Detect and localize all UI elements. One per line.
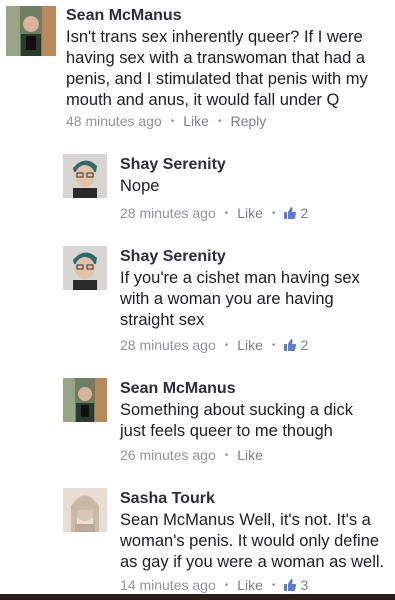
comment-meta: 28 minutes ago • Like • 2 — [120, 337, 308, 353]
comment-meta: 28 minutes ago • Like • 2 — [120, 205, 308, 221]
comment: Sean McManus Isn't trans sex inherently … — [0, 0, 395, 140]
comment: Sasha Tourk Sean McManus Well, it's not.… — [0, 482, 395, 594]
avatar[interactable] — [6, 6, 56, 56]
separator-dot: • — [224, 449, 229, 461]
comment-time[interactable]: 28 minutes ago — [120, 205, 216, 221]
comment-text: If you're a cishet man having sex with a… — [120, 269, 360, 329]
separator-dot: • — [224, 579, 229, 591]
comment-time[interactable]: 26 minutes ago — [120, 447, 216, 463]
separator-dot: • — [271, 579, 276, 591]
separator-dot: • — [224, 207, 229, 219]
thumbs-up-icon — [284, 579, 297, 591]
like-count[interactable]: 2 — [300, 337, 308, 353]
comment: Shay Serenity Nope 28 minutes ago • Like… — [0, 148, 395, 228]
comment-author[interactable]: Shay Serenity — [120, 248, 226, 266]
comment-meta: 48 minutes ago • Like • Reply — [66, 113, 266, 129]
comment-time[interactable]: 28 minutes ago — [120, 337, 216, 353]
like-button[interactable]: Like — [237, 447, 263, 463]
comment-meta: 14 minutes ago • Like • 3 — [120, 577, 308, 593]
separator-dot: • — [271, 207, 276, 219]
avatar[interactable] — [63, 246, 107, 290]
like-count[interactable]: 2 — [300, 205, 308, 221]
comment-text: Isn't trans sex inherently queer? If I w… — [66, 28, 368, 109]
reply-button[interactable]: Reply — [230, 113, 266, 129]
comment: Sean McManus Something about sucking a d… — [0, 372, 395, 472]
comment-text: Sean McManus Well, it's not. It's a woma… — [120, 511, 385, 571]
like-button[interactable]: Like — [183, 113, 209, 129]
comment-author[interactable]: Sasha Tourk — [120, 490, 215, 508]
avatar[interactable] — [63, 154, 107, 198]
like-button[interactable]: Like — [237, 577, 263, 593]
comment-author[interactable]: Sean McManus — [66, 7, 182, 25]
like-count[interactable]: 3 — [300, 577, 308, 593]
avatar[interactable] — [63, 488, 107, 532]
comment-text: Nope — [120, 177, 160, 195]
comment-author[interactable]: Shay Serenity — [120, 156, 226, 174]
like-button[interactable]: Like — [237, 337, 263, 353]
separator-dot: • — [224, 339, 229, 351]
comment-author[interactable]: Sean McManus — [120, 380, 236, 398]
like-button[interactable]: Like — [237, 205, 263, 221]
thumbs-up-icon — [284, 207, 297, 219]
separator-dot: • — [217, 115, 222, 127]
separator-dot: • — [271, 339, 276, 351]
avatar[interactable] — [63, 378, 107, 422]
thumbs-up-icon — [284, 339, 297, 351]
comment-time[interactable]: 14 minutes ago — [120, 577, 216, 593]
comment-time[interactable]: 48 minutes ago — [66, 113, 162, 129]
bottom-border — [0, 594, 395, 600]
comment: Shay Serenity If you're a cishet man hav… — [0, 240, 395, 360]
comment-text: Something about sucking a dick just feel… — [120, 401, 353, 440]
comment-meta: 26 minutes ago • Like — [120, 447, 263, 463]
separator-dot: • — [170, 115, 175, 127]
